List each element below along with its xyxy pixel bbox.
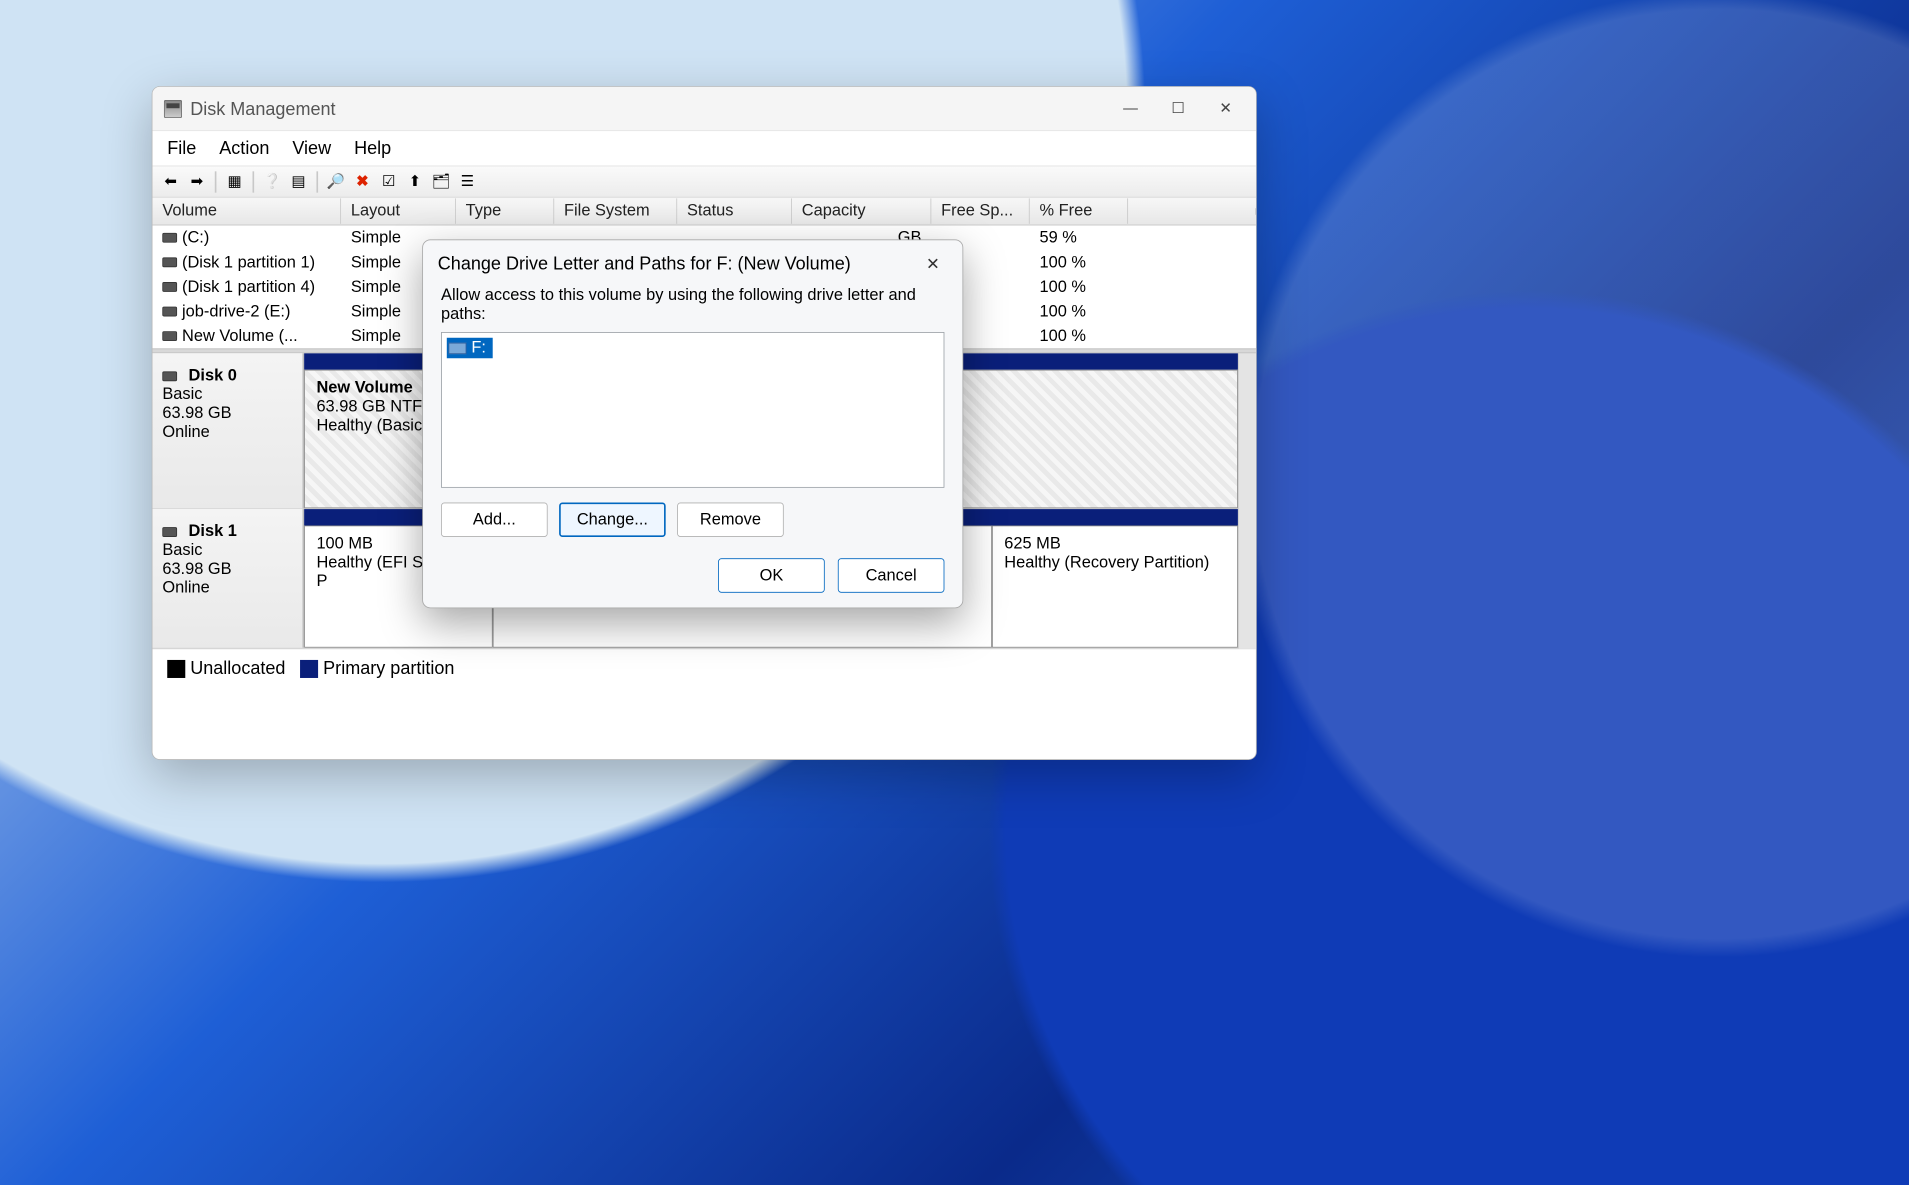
disk-status: Online [162, 423, 292, 442]
show-hide-tree-icon[interactable]: ▦ [223, 170, 246, 193]
volume-pctfree: 59 % [1030, 227, 1128, 249]
volume-name: (Disk 1 partition 4) [182, 278, 315, 296]
cancel-button[interactable]: Cancel [838, 558, 945, 592]
add-button[interactable]: Add... [441, 503, 548, 537]
volume-pctfree: 100 % [1030, 325, 1128, 347]
menu-view[interactable]: View [292, 138, 331, 159]
menu-help[interactable]: Help [354, 138, 391, 159]
disk-type: Basic [162, 385, 292, 404]
volume-icon [162, 258, 177, 268]
volume-name: job-drive-2 (E:) [182, 302, 290, 320]
volume-pctfree: 100 % [1030, 251, 1128, 273]
toolbar: ⬅ ➡ ▦ ❔ ▤ 🔎 ✖ ☑ ⬆ 🗂 ☰ [152, 166, 1255, 197]
delete-icon[interactable]: ✖ [351, 170, 374, 193]
vertical-scrollbar[interactable] [1238, 353, 1256, 648]
disk-icon [162, 527, 177, 537]
volume-pctfree: 100 % [1030, 300, 1128, 322]
disk-header[interactable]: Disk 1 Basic 63.98 GB Online [152, 509, 304, 648]
dialog-prompt: Allow access to this volume by using the… [441, 286, 944, 324]
col-pctfree[interactable]: % Free [1030, 198, 1128, 223]
menu-action[interactable]: Action [219, 138, 269, 159]
minimize-button[interactable]: — [1107, 92, 1155, 125]
volume-name: (Disk 1 partition 1) [182, 253, 315, 271]
settings-list-icon[interactable]: ☰ [456, 170, 479, 193]
legend-label: Primary partition [323, 657, 454, 677]
toolbar-separator [252, 171, 254, 192]
help-icon[interactable]: ❔ [261, 170, 284, 193]
legend: Unallocated Primary partition [152, 648, 1255, 687]
disk-type: Basic [162, 541, 292, 560]
partition[interactable]: 625 MB Healthy (Recovery Partition) [992, 525, 1238, 647]
maximize-button[interactable]: ☐ [1154, 92, 1202, 125]
dialog-close-button[interactable]: ✕ [918, 252, 948, 277]
properties-icon[interactable]: 🔎 [325, 170, 348, 193]
app-icon [164, 100, 182, 118]
col-type[interactable]: Type [456, 198, 554, 223]
change-drive-letter-dialog: Change Drive Letter and Paths for F: (Ne… [422, 239, 963, 608]
disk-status: Online [162, 579, 292, 598]
menu-file[interactable]: File [167, 138, 196, 159]
col-volume[interactable]: Volume [152, 198, 341, 223]
dialog-title: Change Drive Letter and Paths for F: (Ne… [438, 253, 851, 274]
window-title: Disk Management [190, 98, 335, 119]
list-view-icon[interactable]: ▤ [287, 170, 310, 193]
volume-name: (C:) [182, 228, 209, 246]
approve-icon[interactable]: ☑ [377, 170, 400, 193]
ok-button[interactable]: OK [718, 558, 825, 592]
close-button[interactable]: ✕ [1202, 92, 1250, 125]
titlebar[interactable]: Disk Management — ☐ ✕ [152, 87, 1255, 131]
drive-icon [448, 342, 466, 353]
col-layout[interactable]: Layout [341, 198, 456, 223]
disk-size: 63.98 GB [162, 404, 292, 423]
col-status[interactable]: Status [677, 198, 792, 223]
volume-columns: Volume Layout Type File System Status Ca… [152, 198, 1255, 226]
volume-icon [162, 233, 177, 243]
forward-icon[interactable]: ➡ [185, 170, 208, 193]
partition-size: 625 MB [1004, 535, 1225, 554]
partition-status: Healthy (Recovery Partition) [1004, 553, 1225, 572]
volume-icon [162, 331, 177, 341]
detail-icon[interactable]: 🗂 [430, 170, 453, 193]
toolbar-separator [215, 171, 217, 192]
volume-icon [162, 282, 177, 292]
legend-label: Unallocated [190, 657, 285, 677]
change-button[interactable]: Change... [559, 503, 666, 537]
drive-path-label: F: [471, 339, 486, 358]
toolbar-separator [316, 171, 318, 192]
back-icon[interactable]: ⬅ [159, 170, 182, 193]
legend-swatch-unallocated [167, 660, 185, 678]
drive-paths-listbox[interactable]: F: [441, 332, 944, 488]
disk-size: 63.98 GB [162, 560, 292, 579]
col-free[interactable]: Free Sp... [931, 198, 1029, 223]
disk-name: Disk 0 [189, 366, 237, 385]
legend-swatch-primary [300, 660, 318, 678]
disk-icon [162, 371, 177, 381]
menubar: File Action View Help [152, 131, 1255, 166]
drive-path-item[interactable]: F: [447, 338, 493, 358]
volume-pctfree: 100 % [1030, 276, 1128, 298]
export-icon[interactable]: ⬆ [403, 170, 426, 193]
col-filesystem[interactable]: File System [554, 198, 677, 223]
disk-name: Disk 1 [189, 522, 237, 541]
col-capacity[interactable]: Capacity [792, 198, 931, 223]
volume-name: New Volume (... [182, 327, 298, 345]
volume-icon [162, 307, 177, 317]
disk-header[interactable]: Disk 0 Basic 63.98 GB Online [152, 353, 304, 508]
remove-button[interactable]: Remove [677, 503, 784, 537]
